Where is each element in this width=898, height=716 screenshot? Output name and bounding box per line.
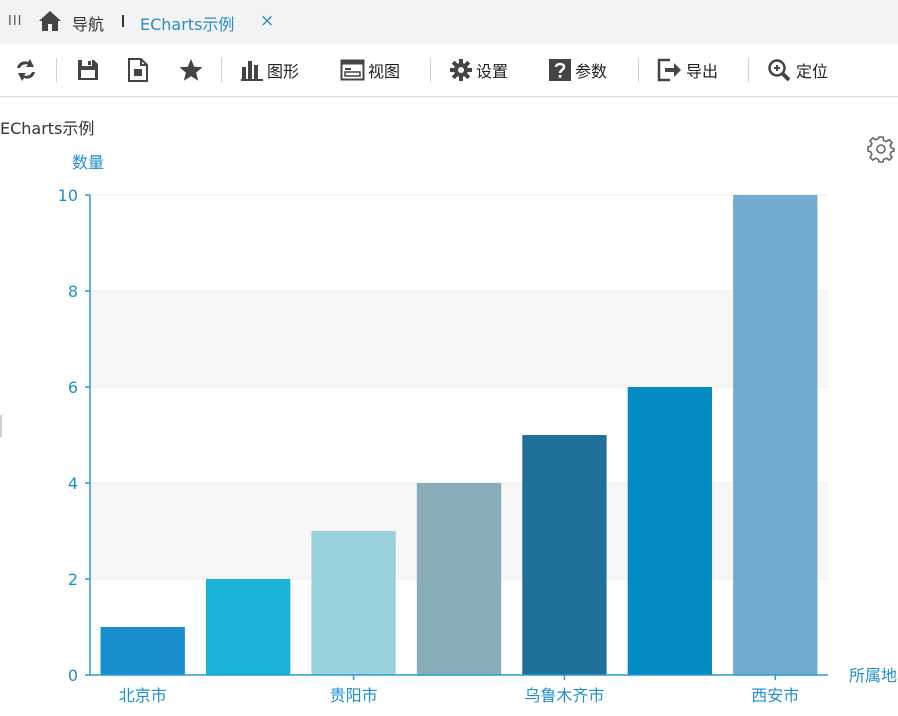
toolbar-divider: [748, 58, 749, 82]
close-tab-icon[interactable]: ×: [260, 11, 274, 31]
bar: [100, 627, 185, 675]
toolbar-divider: [56, 58, 57, 82]
locate-icon: [768, 59, 791, 82]
toolbar-divider: [430, 58, 431, 82]
toolbar-divider: [638, 58, 639, 82]
home-icon[interactable]: [38, 10, 62, 32]
params-button-label: 参数: [575, 62, 608, 81]
favorite-button[interactable]: [178, 57, 204, 83]
export-button[interactable]: 导出: [657, 57, 718, 83]
bars: [100, 195, 818, 675]
export-button-label: 导出: [686, 62, 719, 81]
bar: [205, 579, 291, 675]
x-tick-label: 贵阳市: [330, 686, 378, 705]
y-axis-label: 数量: [72, 153, 104, 172]
locate-button-label: 定位: [796, 62, 829, 81]
bar-chart-icon: [241, 61, 263, 81]
question-icon: [549, 59, 571, 81]
x-tick-labels: 北京市 贵阳市 乌鲁木齐市 西安市: [119, 686, 800, 705]
y-tick-label: 0: [68, 666, 78, 685]
x-tick-label: 乌鲁木齐市: [524, 686, 604, 705]
bar: [733, 195, 818, 675]
settings-button[interactable]: 设置: [449, 57, 508, 83]
refresh-button[interactable]: [14, 57, 38, 83]
bar: [416, 483, 502, 675]
y-tick-label: 2: [68, 570, 78, 589]
save-button[interactable]: [76, 57, 100, 83]
save-as-button[interactable]: [126, 57, 152, 83]
refresh-icon: [17, 59, 35, 81]
chart-button-label: 图形: [267, 62, 300, 81]
menu-grip-icon[interactable]: III: [8, 14, 23, 29]
y-tick-label: 10: [58, 186, 78, 205]
bar: [311, 531, 396, 675]
tab-nav[interactable]: 导航: [72, 11, 104, 35]
document-icon: [128, 58, 148, 82]
tab-separator: [122, 15, 124, 27]
bar-chart: 0 2 4 6 8 10 北京市 贵阳市 乌鲁木齐市 西安市 数量 所属地: [58, 153, 897, 705]
y-tick-labels: 0 2 4 6 8 10: [58, 186, 78, 685]
view-button[interactable]: 视图: [340, 57, 400, 83]
page-title: ECharts示例: [0, 119, 95, 138]
x-tick-label: 西安市: [751, 686, 799, 705]
save-icon: [78, 60, 98, 80]
settings-button-label: 设置: [476, 62, 509, 81]
y-tick-label: 4: [68, 474, 78, 493]
x-axis-label: 所属地: [849, 666, 897, 685]
x-tick-label: 北京市: [119, 686, 167, 705]
toolbar-divider: [221, 58, 222, 82]
bar: [627, 387, 713, 675]
bar: [522, 435, 607, 675]
star-icon: [179, 59, 203, 81]
locate-button[interactable]: 定位: [767, 57, 828, 83]
params-button[interactable]: 参数: [548, 57, 607, 83]
export-icon: [657, 58, 681, 82]
y-tick-label: 8: [68, 282, 78, 301]
tab-echarts-example[interactable]: ECharts示例: [140, 11, 234, 35]
tab-bar: III 导航 ECharts示例 ×: [0, 0, 898, 44]
view-icon: [340, 59, 365, 81]
y-tick-label: 6: [68, 378, 78, 397]
gear-icon: [450, 59, 472, 81]
view-button-label: 视图: [368, 62, 401, 81]
toolbar: 图形 视图 设置 参数 导出 定位: [0, 44, 898, 97]
chart-button[interactable]: 图形: [240, 57, 299, 83]
grid-band: [90, 291, 828, 387]
